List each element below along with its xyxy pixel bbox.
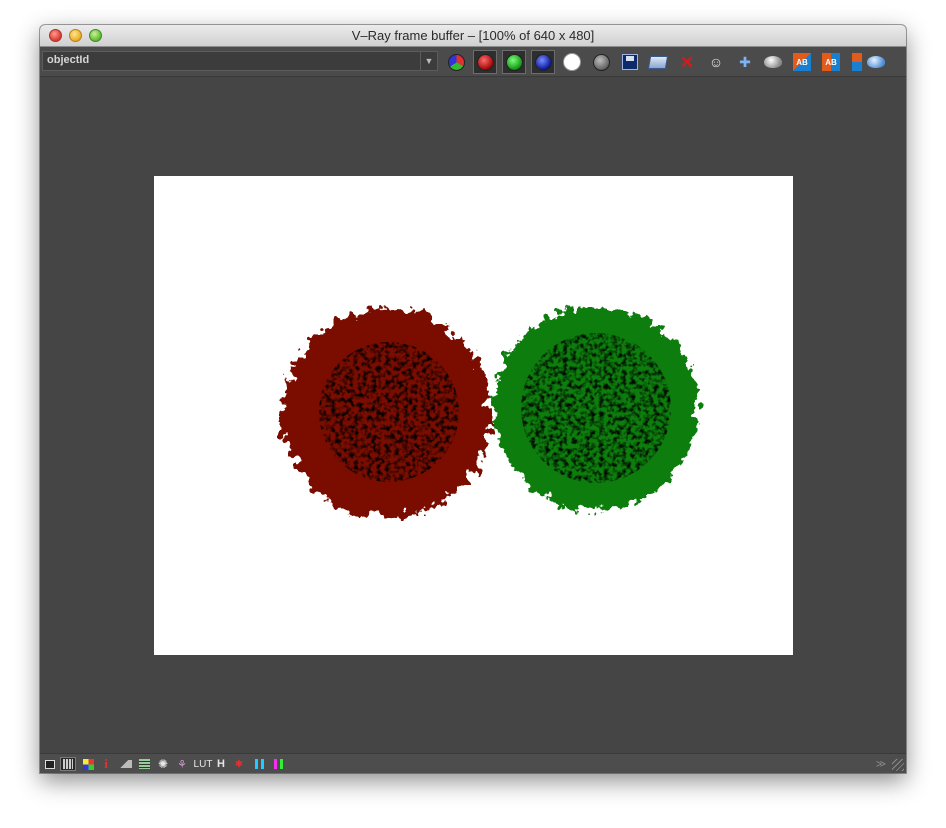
clear-image-button[interactable]: ✕: [675, 50, 699, 74]
frame-icon[interactable]: [45, 757, 55, 771]
rgb-channels-icon: [447, 53, 465, 71]
red-channel-button[interactable]: [473, 50, 497, 74]
load-image-button[interactable]: [646, 50, 670, 74]
green-channel-icon: [505, 53, 523, 71]
render-last-icon: [764, 56, 782, 68]
load-image-icon: [647, 55, 669, 69]
rgb-channels-button[interactable]: [444, 50, 468, 74]
window-title: V–Ray frame buffer – [100% of 640 x 480]: [351, 28, 595, 43]
save-image-icon: [622, 54, 638, 70]
curve-icon[interactable]: [137, 757, 151, 771]
channel-select[interactable]: objectId ▼: [42, 51, 438, 71]
title-bar[interactable]: V–Ray frame buffer – [100% of 640 x 480]: [40, 25, 906, 47]
alpha-channel-icon: [563, 53, 581, 71]
left-fur-sphere: [283, 309, 491, 517]
alpha-channel-button[interactable]: [560, 50, 584, 74]
red-channel-icon: [476, 53, 494, 71]
vray-frame-buffer-window: V–Ray frame buffer – [100% of 640 x 480]…: [40, 25, 906, 773]
levels-icon[interactable]: [117, 757, 133, 771]
histogram-h-label[interactable]: H: [215, 757, 227, 771]
blue-channel-icon: [534, 53, 552, 71]
monochrome-icon: [592, 53, 610, 71]
channel-select-value: objectId: [47, 54, 90, 66]
save-image-button[interactable]: [618, 50, 642, 74]
render-teapot-button[interactable]: [864, 50, 888, 74]
chevron-down-icon[interactable]: ▼: [420, 52, 437, 70]
render-last-button[interactable]: [761, 50, 785, 74]
track-mouse-button[interactable]: ☺: [704, 50, 728, 74]
double-chevron-down-icon[interactable]: ≫: [874, 757, 888, 771]
monochrome-button[interactable]: [589, 50, 613, 74]
resize-grip-icon[interactable]: [892, 759, 904, 771]
rendered-image[interactable]: [154, 176, 793, 655]
region-render-button[interactable]: ✚: [733, 50, 757, 74]
render-teapot-icon: [867, 56, 885, 68]
pixel-aspect-icon[interactable]: [81, 757, 95, 771]
histogram-icon[interactable]: ⚘: [175, 757, 189, 771]
stereo-cyan-icon[interactable]: [252, 757, 266, 771]
history-ab-diagonal-icon: AB: [793, 53, 811, 71]
stereo-magenta-icon[interactable]: [271, 757, 285, 771]
region-render-icon: ✚: [739, 54, 751, 70]
color-clamp-icon[interactable]: ✱: [232, 757, 246, 771]
color-corrections-icon[interactable]: [60, 757, 76, 771]
info-icon[interactable]: i: [100, 756, 112, 771]
history-ab-vertical-icon: [852, 53, 862, 71]
lut-label[interactable]: LUT: [194, 757, 213, 771]
history-ab-horizontal-icon: AB: [822, 53, 840, 71]
history-ab-horizontal-button[interactable]: AB: [819, 50, 843, 74]
render-viewport[interactable]: [40, 77, 906, 753]
exposure-icon[interactable]: ✺: [156, 757, 170, 771]
track-mouse-icon: ☺: [708, 54, 724, 70]
status-bar: i ✺ ⚘ LUT H ✱ ≫: [40, 753, 906, 773]
right-fur-sphere: [494, 306, 698, 510]
rendered-image-canvas: [283, 306, 698, 517]
green-channel-button[interactable]: [502, 50, 526, 74]
clear-image-icon: ✕: [679, 52, 695, 72]
blue-channel-button[interactable]: [531, 50, 555, 74]
history-ab-diagonal-button[interactable]: AB: [790, 50, 814, 74]
toolbar: objectId ▼ ✕ ☺ ✚ AB AB: [40, 47, 906, 77]
